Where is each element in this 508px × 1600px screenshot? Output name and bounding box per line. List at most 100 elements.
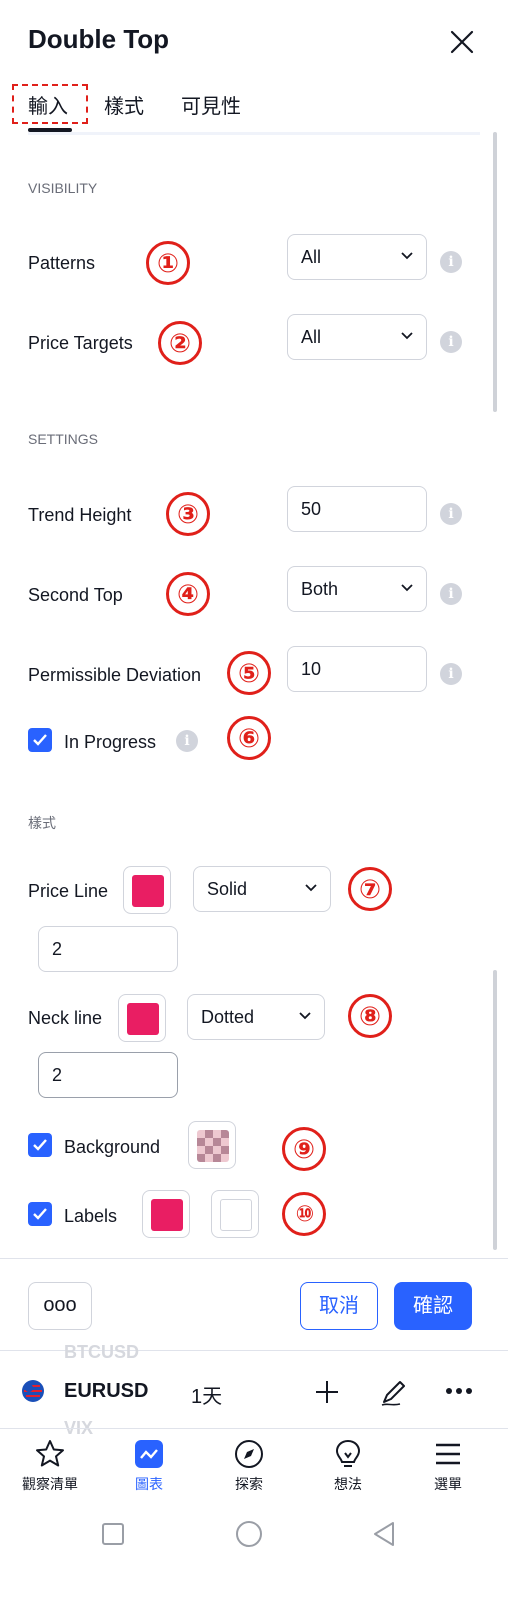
transparent-color-fill (197, 1130, 229, 1162)
price-line-color-swatch[interactable] (123, 866, 171, 914)
dialog-title: Double Top (28, 24, 170, 54)
info-icon[interactable]: i (440, 663, 462, 685)
info-icon[interactable]: i (440, 251, 462, 273)
neck-line-style-value: Dotted (201, 1007, 255, 1027)
interval-button[interactable]: 1天 (191, 1380, 222, 1409)
section-style: 樣式 (28, 815, 56, 831)
patterns-value: All (301, 247, 322, 267)
more-options-button[interactable]: ooo (28, 1282, 92, 1330)
in-progress-checkbox[interactable] (28, 728, 52, 752)
annotation-3: ③ (166, 492, 210, 536)
trend-height-input[interactable]: 50 (287, 486, 427, 532)
price-targets-select[interactable]: All (287, 314, 427, 360)
tab-style[interactable]: 樣式 (104, 90, 144, 119)
check-icon (33, 734, 47, 746)
annotation-8: ⑧ (348, 994, 392, 1038)
second-top-select[interactable]: Both (287, 566, 427, 612)
labels-label: Labels (64, 1206, 118, 1226)
annotation-2: ② (158, 321, 202, 365)
symbol-button[interactable]: EURUSD (64, 1380, 148, 1403)
second-top-value: Both (301, 579, 339, 599)
chart-icon (135, 1440, 163, 1468)
nav-ideas[interactable]: 想法 (303, 1438, 393, 1494)
check-icon (33, 1139, 47, 1151)
star-icon (36, 1440, 64, 1467)
scrollbar-thumb[interactable] (493, 132, 497, 412)
labels-text-color-swatch[interactable] (211, 1190, 259, 1238)
second-top-label: Second Top (28, 585, 123, 605)
chevron-down-icon (401, 584, 413, 592)
color-fill (151, 1199, 183, 1231)
highlight-box (12, 84, 88, 124)
chevron-down-icon (299, 1012, 311, 1020)
annotation-9: ⑨ (282, 1127, 326, 1171)
nav-explore[interactable]: 探索 (204, 1438, 294, 1494)
add-icon[interactable] (313, 1378, 341, 1406)
section-settings: SETTINGS (28, 431, 99, 447)
labels-color-swatch[interactable] (142, 1190, 190, 1238)
back-triangle-icon (374, 1522, 394, 1546)
neck-line-label: Neck line (28, 1008, 103, 1028)
nav-label: 觀察清單 (22, 1476, 78, 1492)
neck-line-width-input[interactable]: 2 (38, 1052, 178, 1098)
background-label: Background (64, 1137, 161, 1157)
info-icon[interactable]: i (176, 730, 198, 752)
patterns-label: Patterns (28, 253, 96, 273)
scrollbar-thumb-lower[interactable] (493, 970, 497, 1250)
nav-label: 圖表 (135, 1476, 163, 1492)
confirm-button[interactable]: 確認 (394, 1282, 472, 1330)
price-line-style-value: Solid (207, 879, 248, 899)
info-icon[interactable]: i (440, 583, 462, 605)
price-targets-label: Price Targets (28, 333, 133, 353)
background-checkbox[interactable] (28, 1133, 52, 1157)
labels-checkbox[interactable] (28, 1202, 52, 1226)
permissible-deviation-input[interactable]: 10 (287, 646, 427, 692)
home-button[interactable] (236, 1521, 262, 1547)
trend-height-label: Trend Height (28, 505, 132, 525)
nav-menu[interactable]: 選單 (403, 1438, 493, 1494)
footer-divider (0, 1258, 508, 1259)
check-icon (33, 1208, 47, 1220)
chevron-down-icon (401, 332, 413, 340)
close-button[interactable] (448, 28, 476, 56)
more-horizontal-icon[interactable] (444, 1384, 474, 1398)
annotation-5: ⑤ (227, 651, 271, 695)
annotation-6: ⑥ (227, 716, 271, 760)
price-line-style-select[interactable]: Solid (193, 866, 331, 912)
in-progress-label: In Progress (64, 732, 157, 752)
color-fill (132, 875, 164, 907)
section-visibility: VISIBILITY (28, 180, 98, 196)
tab-visibility[interactable]: 可見性 (181, 90, 241, 119)
chevron-down-icon (305, 884, 317, 892)
price-line-width-input[interactable]: 2 (38, 926, 178, 972)
info-icon[interactable]: i (440, 503, 462, 525)
cancel-button[interactable]: 取消 (300, 1282, 378, 1330)
price-line-label: Price Line (28, 881, 109, 901)
info-icon[interactable]: i (440, 331, 462, 353)
annotation-1: ① (146, 241, 190, 285)
nav-label: 想法 (334, 1476, 362, 1492)
patterns-select[interactable]: All (287, 234, 427, 280)
neck-line-color-swatch[interactable] (118, 994, 166, 1042)
back-button[interactable] (372, 1521, 396, 1547)
lightbulb-icon (335, 1439, 361, 1467)
background-color-swatch[interactable] (188, 1121, 236, 1169)
nav-divider (0, 1428, 508, 1429)
annotation-7: ⑦ (348, 867, 392, 911)
color-fill (220, 1199, 252, 1231)
compass-icon (235, 1440, 263, 1468)
drawing-pen-icon[interactable] (378, 1376, 410, 1408)
recent-apps-button[interactable] (102, 1523, 124, 1545)
annotation-10: ⑩ (282, 1192, 326, 1236)
nav-label: 選單 (434, 1476, 462, 1492)
neck-line-style-select[interactable]: Dotted (187, 994, 325, 1040)
color-fill (127, 1003, 159, 1035)
price-targets-value: All (301, 327, 322, 347)
active-tab-indicator (28, 128, 72, 132)
ghost-symbol-top: BTCUSD (64, 1342, 139, 1362)
hamburger-menu-icon (436, 1443, 460, 1465)
nav-chart[interactable]: 圖表 (104, 1438, 194, 1494)
nav-watchlist[interactable]: 觀察清單 (5, 1438, 95, 1494)
chevron-down-icon (401, 252, 413, 260)
permissible-deviation-label: Permissible Deviation (28, 665, 202, 685)
